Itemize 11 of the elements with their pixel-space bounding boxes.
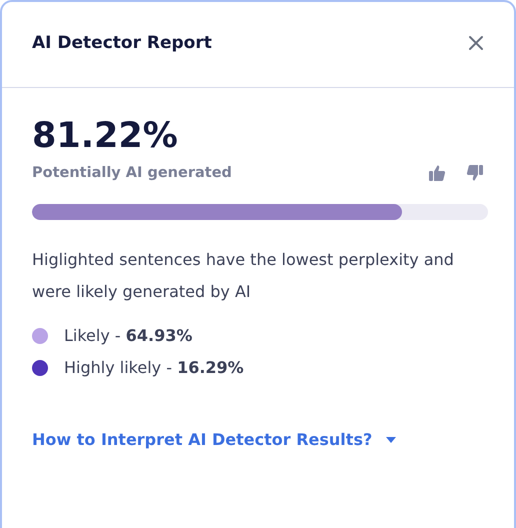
legend-label: Highly likely - 16.29% — [64, 357, 244, 379]
legend-label: Likely - 64.93% — [64, 325, 192, 347]
close-icon[interactable] — [468, 34, 484, 50]
panel-title: AI Detector Report — [32, 32, 212, 52]
help-link[interactable]: How to Interpret AI Detector Results? — [32, 430, 396, 449]
score-value: 81.22% — [32, 115, 179, 158]
description-text: Higlighted sentences have the lowest perplexity and were likely generated by AI — [32, 249, 455, 303]
caret-icon — [386, 436, 396, 442]
thumbs-up-icon[interactable] — [428, 164, 446, 182]
thumbs-down-icon[interactable] — [466, 164, 484, 182]
score-label: Potentially AI generated — [32, 165, 232, 181]
